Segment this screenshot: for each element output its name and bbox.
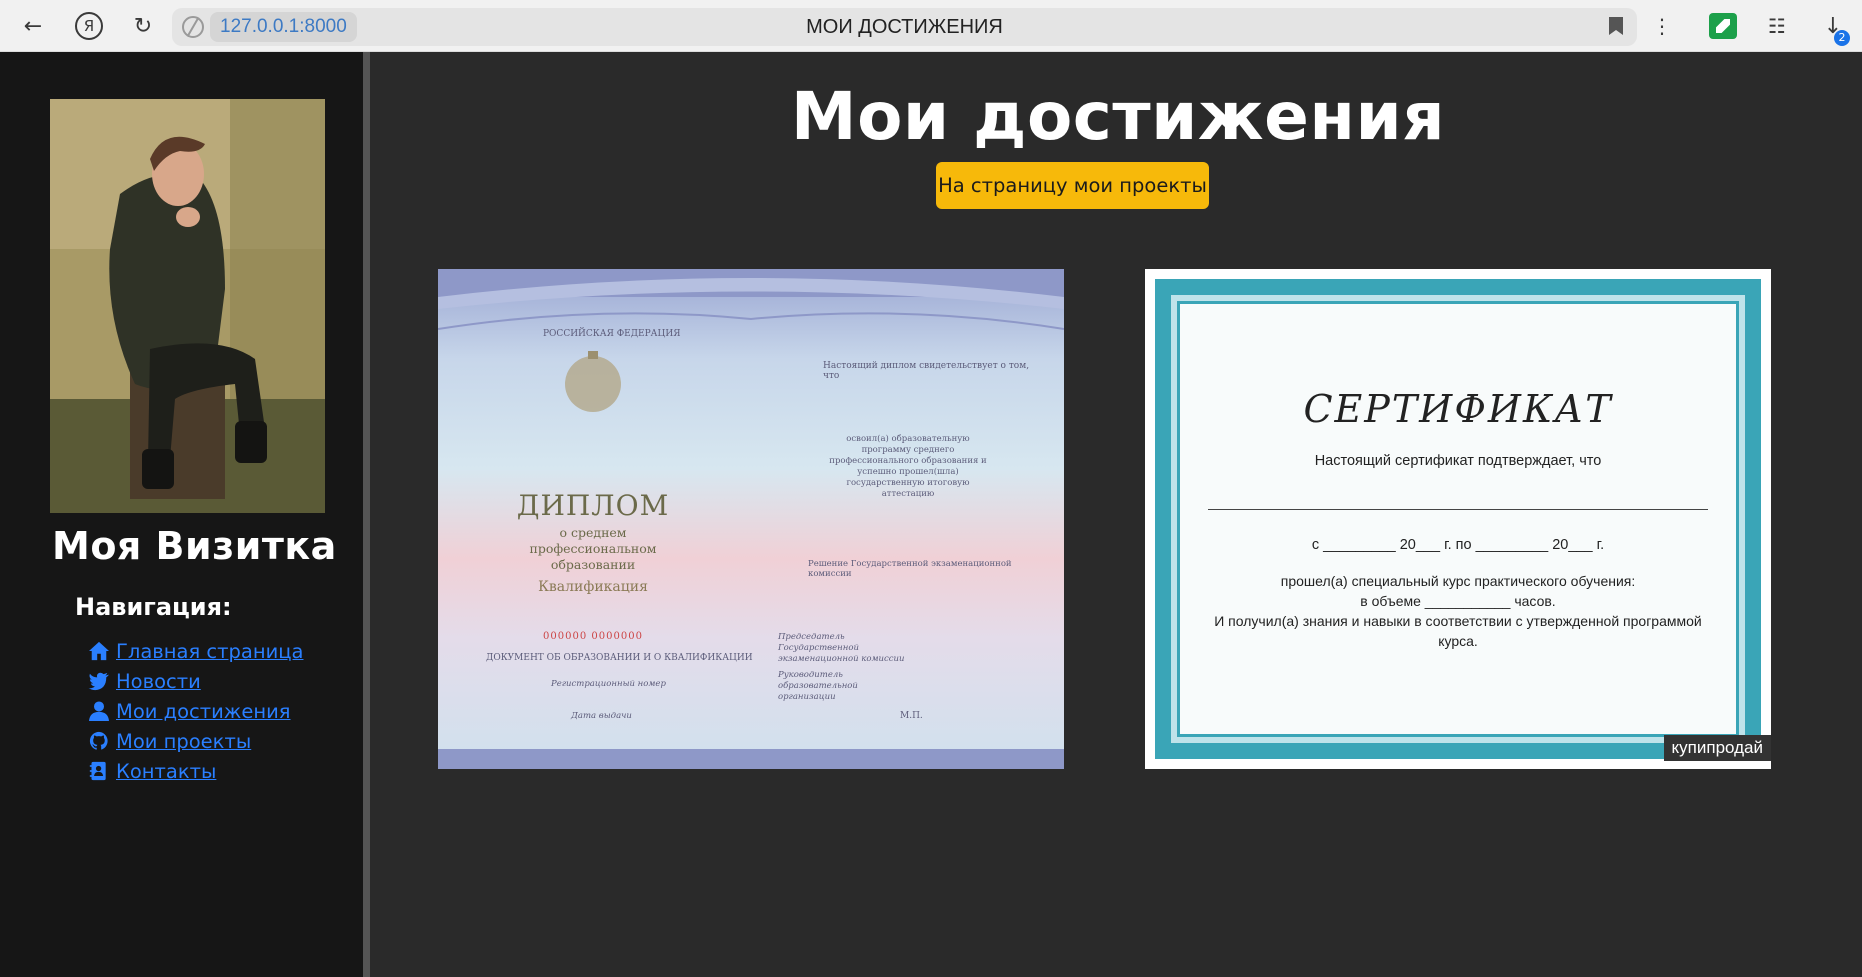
home-icon	[89, 641, 109, 661]
nav-link-projects[interactable]: Мои проекты	[88, 730, 251, 753]
diploma-heading: ДИПЛОМ	[516, 489, 670, 522]
nav-label: Новости	[116, 669, 201, 693]
certificate-line4: И получил(а) знания и навыки в соответст…	[1214, 613, 1702, 629]
certificate-line1: Настоящий сертификат подтверждает, что	[1314, 453, 1602, 469]
bookmark-icon[interactable]	[1609, 17, 1623, 35]
nav-item-home[interactable]: Главная страница	[88, 636, 303, 666]
certificate-frame	[1155, 279, 1761, 759]
diploma-mp: М.П.	[900, 711, 923, 721]
certificate-dates: с _________ 20___ г. по _________ 20___ …	[1311, 537, 1605, 553]
diploma-qualification: Квалификация	[538, 579, 648, 595]
diploma-chairman: Председатель Государственной экзаменацио…	[778, 632, 905, 664]
nav-item-news[interactable]: Новости	[88, 666, 303, 696]
tabs-icon[interactable]: ☷	[1760, 9, 1794, 43]
tab-title: МОИ ДОСТИЖЕНИЯ	[806, 16, 1003, 38]
diploma-issue-date: Дата выдачи	[571, 711, 632, 721]
certificate-name-line	[1208, 509, 1708, 510]
nav-list: Главная страница Новости Мои достижения …	[88, 636, 303, 786]
nav-label: Мои проекты	[116, 729, 252, 753]
certificate-line2: прошел(а) специальный курс практического…	[1280, 573, 1636, 589]
nav-item-achievements[interactable]: Мои достижения	[88, 696, 303, 726]
projects-page-button[interactable]: На страницу мои проекты	[936, 162, 1209, 209]
diploma-subheading: о среднем профессиональном образовании	[529, 525, 657, 572]
nav-label: Контакты	[116, 759, 217, 783]
nav-link-news[interactable]: Новости	[88, 670, 201, 693]
avatar	[50, 99, 325, 513]
downloads-badge: 2	[1834, 30, 1850, 46]
diploma-doc-line: ДОКУМЕНТ ОБ ОБРАЗОВАНИИ И О КВАЛИФИКАЦИИ	[486, 653, 753, 663]
page-title: Мои достижения	[790, 78, 1446, 155]
address-book-icon	[89, 761, 106, 781]
browser-toolbar: ← Я ↻ 127.0.0.1:8000 МОИ ДОСТИЖЕНИЯ ⋮ ☷ …	[0, 0, 1862, 52]
user-icon	[89, 701, 109, 721]
certificate-image: СЕРТИФИКАТ Настоящий сертификат подтверж…	[1145, 269, 1771, 769]
diploma-number: 000000 0000000	[543, 631, 643, 642]
diploma-right-top: Настоящий диплом свидетельствует о том, …	[823, 361, 1030, 381]
address-bar[interactable]: 127.0.0.1:8000 МОИ ДОСТИЖЕНИЯ	[172, 8, 1637, 46]
nav-item-projects[interactable]: Мои проекты	[88, 726, 303, 756]
nav-label: Мои достижения	[116, 699, 291, 723]
github-icon	[89, 731, 108, 750]
site-title: Моя Визитка	[52, 524, 337, 568]
diploma-image: РОССИЙСКАЯ ФЕДЕРАЦИЯ Настоящий диплом св…	[438, 269, 1064, 769]
diploma-country: РОССИЙСКАЯ ФЕДЕРАЦИЯ	[543, 329, 681, 339]
diploma-right-mid: освоил(а) образовательную программу сред…	[829, 434, 987, 499]
url-text[interactable]: 127.0.0.1:8000	[210, 12, 357, 42]
certificate-line5: курса.	[1438, 633, 1478, 649]
site-info-icon[interactable]	[182, 16, 204, 38]
nav-heading: Навигация:	[75, 593, 232, 621]
twitter-icon	[88, 672, 109, 691]
diploma-reg-number: Регистрационный номер	[551, 679, 666, 689]
diploma-head: Руководитель образовательной организации	[778, 670, 858, 702]
diploma-commission: Решение Государственной экзаменационной …	[808, 559, 1012, 579]
nav-link-home[interactable]: Главная страница	[88, 640, 303, 663]
certificate-line3: в объеме ___________ часов.	[1360, 593, 1556, 609]
nav-label: Главная страница	[116, 639, 304, 663]
yandex-icon[interactable]: Я	[72, 9, 106, 43]
more-menu-icon[interactable]: ⋮	[1645, 9, 1679, 43]
back-icon[interactable]: ←	[16, 9, 50, 43]
watermark: купипродай	[1663, 735, 1771, 761]
extension-icon[interactable]	[1709, 13, 1737, 39]
reload-icon[interactable]: ↻	[126, 9, 160, 43]
nav-item-contacts[interactable]: Контакты	[88, 756, 303, 786]
nav-link-achievements[interactable]: Мои достижения	[88, 700, 291, 723]
nav-link-contacts[interactable]: Контакты	[88, 760, 216, 783]
certificate-heading: СЕРТИФИКАТ	[1303, 387, 1613, 431]
sidebar: Моя Визитка Навигация: Главная страница …	[0, 52, 370, 977]
